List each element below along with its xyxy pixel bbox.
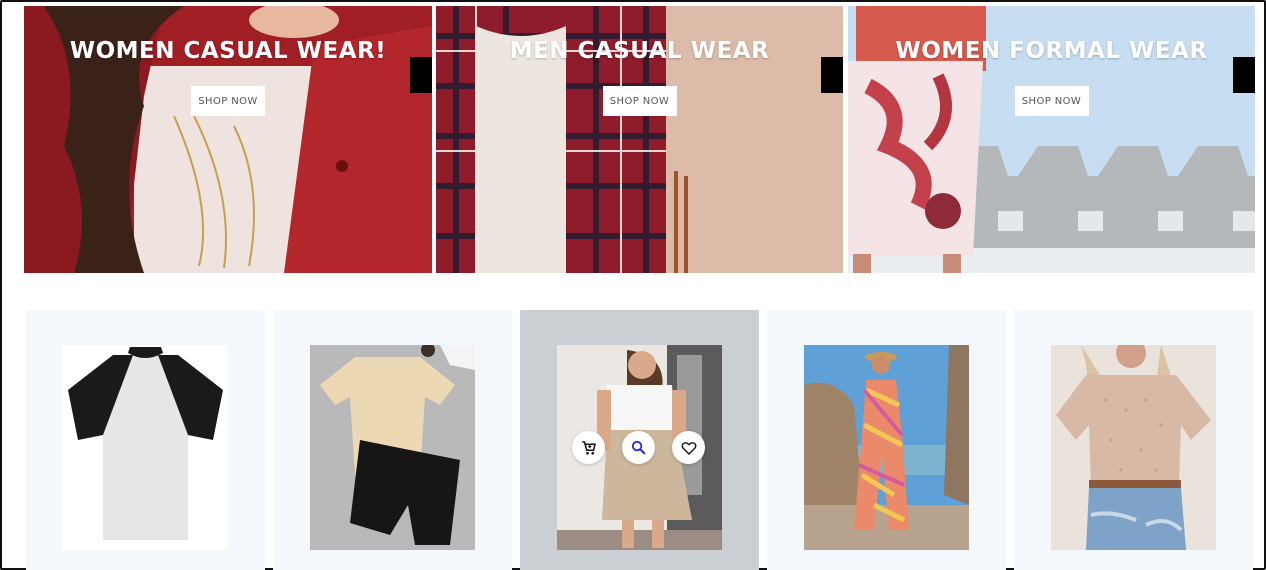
heart-icon xyxy=(681,441,696,455)
product-image-tee-shorts-set[interactable] xyxy=(310,345,475,550)
page-frame: WOMEN CASUAL WEAR! SHOP NOW MEN CASUAL W… xyxy=(0,0,1266,570)
shop-now-button[interactable]: SHOP NOW xyxy=(1014,86,1089,116)
banner-women-casual[interactable]: WOMEN CASUAL WEAR! SHOP NOW xyxy=(24,6,432,273)
slider-next-arrow[interactable] xyxy=(1233,57,1255,93)
product-image-polo-shirt[interactable] xyxy=(63,345,228,550)
search-icon xyxy=(631,440,646,455)
product-card[interactable] xyxy=(26,310,265,570)
slider-next-arrow[interactable] xyxy=(821,57,843,93)
quick-view-button[interactable] xyxy=(622,431,655,464)
banner-title: MEN CASUAL WEAR xyxy=(509,38,770,64)
product-card-hovered[interactable] xyxy=(520,310,759,570)
product-card[interactable] xyxy=(1014,310,1253,570)
add-to-wishlist-button[interactable] xyxy=(672,431,705,464)
shop-now-button[interactable]: SHOP NOW xyxy=(602,86,677,116)
banner-title: WOMEN FORMAL WEAR xyxy=(895,38,1208,64)
cart-icon xyxy=(581,440,596,455)
slider-next-arrow[interactable] xyxy=(410,57,432,93)
product-card[interactable] xyxy=(273,310,512,570)
banner-women-formal[interactable]: WOMEN FORMAL WEAR SHOP NOW xyxy=(848,6,1255,273)
shop-now-button[interactable]: SHOP NOW xyxy=(191,86,265,116)
product-image-printed-jumpsuit[interactable] xyxy=(804,345,969,550)
product-image-polka-dot-blouse[interactable] xyxy=(1051,345,1216,550)
product-card[interactable] xyxy=(767,310,1006,570)
banner-title: WOMEN CASUAL WEAR! xyxy=(69,38,387,64)
add-to-cart-button[interactable] xyxy=(572,431,605,464)
banner-men-casual[interactable]: MEN CASUAL WEAR SHOP NOW xyxy=(436,6,843,273)
product-image-two-tone-dress[interactable] xyxy=(557,345,722,550)
